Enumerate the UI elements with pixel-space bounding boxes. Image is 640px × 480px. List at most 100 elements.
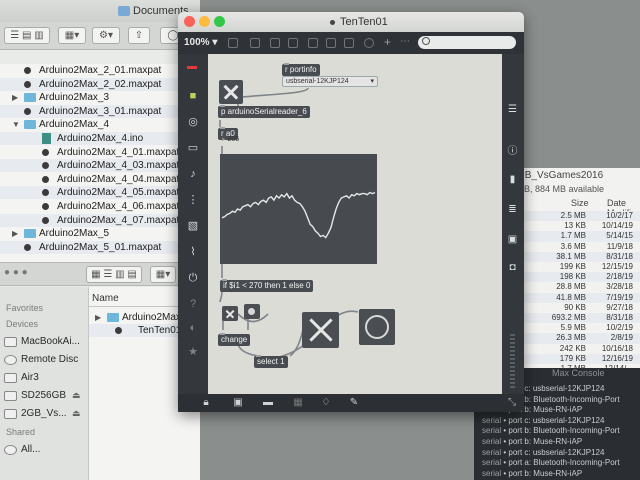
number-box[interactable]: ▸ 205 bbox=[222, 135, 250, 145]
console-line[interactable]: serial • port c: usbserial-12KJP124 bbox=[482, 448, 604, 457]
star-icon[interactable]: ★ bbox=[187, 346, 199, 358]
resize-handle-icon[interactable]: ⤡ bbox=[506, 398, 518, 408]
file-row[interactable]: ▶ Arduino2Max_3 bbox=[0, 91, 200, 104]
disclosure-open-icon[interactable]: ▶ bbox=[95, 311, 101, 324]
large-toggle[interactable] bbox=[302, 312, 339, 348]
file-row[interactable]: Arduino2Max_4_03.maxpat bbox=[0, 159, 200, 173]
file-row[interactable]: Arduino2Max_2_01.maxpat bbox=[0, 64, 200, 77]
disclosure-closed-icon[interactable]: ▶ bbox=[12, 227, 18, 240]
package-icon[interactable]: ◐ bbox=[187, 322, 199, 334]
sliders-icon[interactable]: ⋮ bbox=[187, 194, 199, 206]
large-bang[interactable] bbox=[359, 309, 395, 345]
grid-panel-icon[interactable]: ▣ bbox=[507, 234, 518, 245]
grid-toolbar-icon[interactable] bbox=[308, 38, 318, 48]
console-line[interactable]: serial • port b: Muse-RN-iAP bbox=[482, 437, 582, 446]
search-input[interactable] bbox=[418, 36, 516, 49]
storage-row[interactable]: 693.2 MB 8/31/18 bbox=[515, 313, 640, 324]
small-toggle[interactable] bbox=[222, 306, 238, 321]
scope-display[interactable] bbox=[220, 154, 377, 264]
patcher-title-bar[interactable]: TenTen01 bbox=[178, 12, 524, 32]
list-icon[interactable]: ≣ bbox=[507, 204, 518, 215]
patcher-canvas[interactable]: r portinfo usbserial-12KJP124 ▾ p arduino… bbox=[208, 54, 502, 394]
storage-row[interactable]: 38.1 MB 8/31/18 bbox=[515, 251, 640, 262]
preview-toolbar-icon[interactable] bbox=[344, 38, 354, 48]
present-toolbar-icon[interactable] bbox=[250, 38, 260, 48]
share-button[interactable]: ⇧ bbox=[128, 27, 150, 44]
record-toolbar-icon[interactable] bbox=[326, 38, 336, 48]
window-controls-icon[interactable]: ● ● ● bbox=[4, 267, 28, 278]
sidebar-icon[interactable]: ▮ bbox=[507, 174, 518, 185]
storage-row[interactable]: 2.5 MB 10/2/17 bbox=[515, 211, 640, 222]
eject-icon[interactable]: ⏏ bbox=[72, 390, 81, 401]
disclosure-closed-icon[interactable]: ▶ bbox=[12, 91, 18, 104]
if-expression-object[interactable]: if $i1 < 270 then 1 else 0 bbox=[220, 279, 314, 292]
image-icon[interactable]: ▧ bbox=[187, 220, 199, 232]
view-mode-buttons-secondary[interactable]: ▦ ☰ ▥ ▤ bbox=[86, 266, 142, 283]
wrench-icon[interactable]: ✎ bbox=[348, 398, 360, 408]
file-row[interactable]: ▼ Arduino2Max_4 bbox=[0, 118, 200, 131]
action-button[interactable]: ⚙▾ bbox=[92, 27, 120, 44]
file-row[interactable]: ▶ Arduino2Max_5 bbox=[0, 227, 200, 240]
plug-icon[interactable]: ⏻ bbox=[187, 272, 199, 284]
file-row[interactable]: Arduino2Max_4_07.maxpat bbox=[0, 213, 200, 227]
storage-row[interactable]: 242 KB 10/16/18 bbox=[515, 344, 640, 354]
close-box-toolbar-icon[interactable] bbox=[288, 38, 298, 48]
column-header-date[interactable]: Date Modifi bbox=[607, 198, 640, 218]
storage-row[interactable]: 5.9 MB 10/2/19 bbox=[515, 323, 640, 333]
select-object[interactable]: select 1 bbox=[254, 355, 288, 368]
close-icon[interactable] bbox=[184, 16, 195, 27]
storage-row[interactable]: 179 KB 12/16/19 bbox=[515, 353, 640, 364]
serial-port-menu[interactable]: usbserial-12KJP124 ▾ bbox=[282, 76, 378, 87]
cube-icon[interactable]: ■ bbox=[187, 90, 199, 102]
presentation-icon[interactable]: ▬ bbox=[262, 398, 274, 408]
storage-row[interactable]: 26.3 MB 2/8/19 bbox=[515, 333, 640, 344]
debug-icon[interactable]: ♢ bbox=[320, 398, 332, 408]
camera-icon[interactable]: ◘ bbox=[507, 262, 518, 273]
windows-icon[interactable]: ▣ bbox=[232, 398, 244, 408]
storage-row[interactable]: 1.7 MB 5/14/15 bbox=[515, 231, 640, 242]
note-icon[interactable]: ♪ bbox=[187, 168, 199, 180]
storage-row[interactable]: 199 KB 12/15/19 bbox=[515, 262, 640, 272]
view-mode-buttons[interactable]: ☰ ▤ ▥ bbox=[4, 27, 50, 44]
storage-row[interactable]: 41.8 MB 7/19/19 bbox=[515, 292, 640, 303]
audio-toolbar-icon[interactable] bbox=[364, 38, 374, 48]
serial-reader-object[interactable]: p arduinoSerialreader_6 bbox=[218, 105, 310, 118]
target-icon[interactable]: ◎ bbox=[187, 116, 199, 128]
small-bang[interactable] bbox=[244, 304, 260, 319]
storage-row[interactable]: 90 KB 9/27/18 bbox=[515, 303, 640, 313]
screen-icon[interactable]: ▭ bbox=[187, 142, 199, 154]
arrange-button[interactable]: ▦▾ bbox=[58, 27, 86, 44]
storage-row[interactable]: 28.8 MB 3/28/18 bbox=[515, 282, 640, 292]
storage-row[interactable]: 13 KB 10/14/19 bbox=[515, 221, 640, 231]
file-row[interactable]: Arduino2Max_5_01.maxpat bbox=[0, 240, 200, 254]
add-icon[interactable]: + bbox=[384, 36, 394, 48]
arrange-button-secondary[interactable]: ▦▾ bbox=[150, 266, 176, 283]
eject-icon[interactable]: ⏏ bbox=[72, 408, 81, 419]
console-line[interactable]: serial • port b: Bluetooth-Incoming-Port bbox=[482, 426, 620, 435]
lock-icon[interactable]: 🔒︎ bbox=[200, 398, 212, 408]
question-icon[interactable]: ? bbox=[187, 298, 199, 310]
file-row[interactable]: Arduino2Max_4_01.maxpat bbox=[0, 146, 200, 159]
lock-toolbar-icon[interactable] bbox=[228, 38, 238, 48]
file-row[interactable]: Arduino2Max_4_06.maxpat bbox=[0, 200, 200, 213]
more-icon[interactable]: ⋯ bbox=[400, 37, 410, 48]
zoom-level[interactable]: 100% ▾ bbox=[184, 37, 217, 48]
storage-row[interactable]: 198 KB 2/18/19 bbox=[515, 272, 640, 283]
grid-icon[interactable]: ▦ bbox=[292, 398, 304, 408]
finder-title-bar[interactable]: Documents bbox=[0, 0, 200, 22]
console-line[interactable]: serial • port c: usbserial-12KJP124 bbox=[482, 416, 604, 425]
info-icon[interactable]: ⓘ bbox=[507, 146, 518, 157]
file-row[interactable]: Arduino2Max_4.ino bbox=[0, 132, 200, 145]
paperclip-icon[interactable]: ⌇ bbox=[187, 246, 199, 258]
format-icon[interactable]: ☰ bbox=[507, 104, 518, 115]
comment-toolbar-icon[interactable] bbox=[270, 38, 280, 48]
minimize-icon[interactable] bbox=[199, 16, 210, 27]
storage-row[interactable]: 3.6 MB 11/9/18 bbox=[515, 242, 640, 252]
file-row[interactable]: Arduino2Max_2_02.maxpat bbox=[0, 77, 200, 91]
big-toggle-button[interactable] bbox=[219, 80, 243, 104]
console-line[interactable]: serial • port b: Muse-RN-iAP bbox=[482, 469, 582, 478]
file-row[interactable]: Arduino2Max_3_01.maxpat bbox=[0, 104, 200, 118]
column-header-size[interactable]: Size bbox=[571, 198, 589, 211]
r-portinfo-object[interactable]: r portinfo bbox=[282, 63, 320, 76]
change-object[interactable]: change bbox=[218, 333, 251, 346]
